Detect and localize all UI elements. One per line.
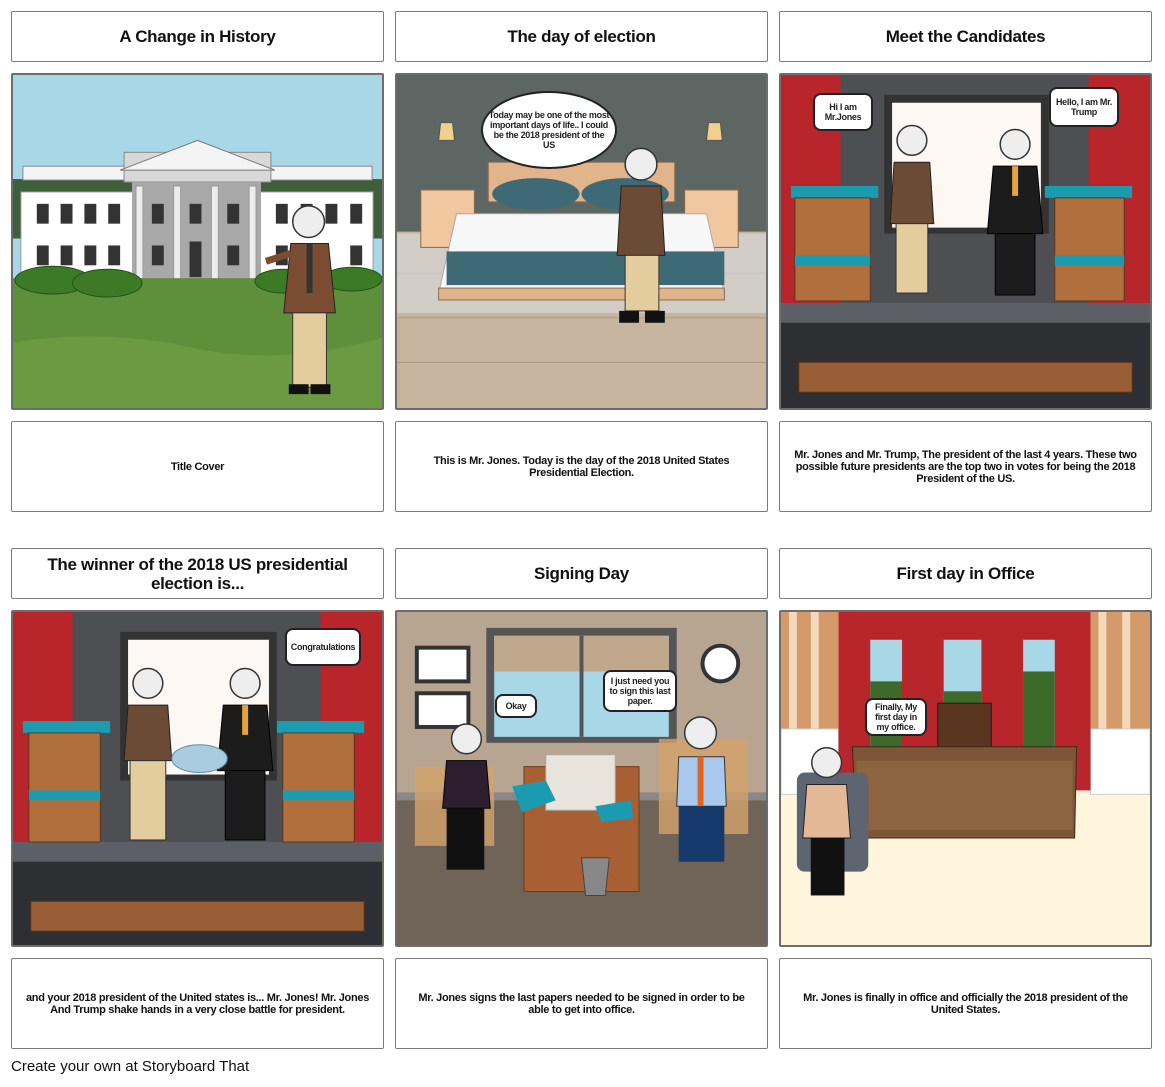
panel-5-title: Signing Day (395, 548, 768, 599)
handshake-icon (171, 744, 228, 774)
podium-left (790, 186, 879, 302)
panel-3-title: Meet the Candidates (779, 11, 1152, 62)
panel-2-caption: This is Mr. Jones. Today is the day of t… (395, 421, 768, 512)
speech-bubble: Finally, My first day in my office. (865, 698, 927, 736)
panel-4-scene: Congratulations (11, 610, 384, 947)
panel-6-scene: Finally, My first day in my office. (779, 610, 1152, 947)
speech-bubble-staffer: I just need you to sign this last paper. (603, 670, 677, 712)
speech-bubble: Congratulations (285, 628, 361, 666)
panel-3-caption: Mr. Jones and Mr. Trump, The president o… (779, 421, 1152, 512)
speech-bubble-jones: Okay (495, 694, 537, 718)
speech-bubble-trump: Hello, I am Mr. Trump (1049, 87, 1119, 127)
storyboard-that-link[interactable]: Create your own at Storyboard That (11, 1058, 249, 1075)
speech-bubble: Today may be one of the most important d… (481, 91, 617, 169)
speech-bubble-jones: Hi I am Mr.Jones (813, 93, 873, 131)
panel-6-title: First day in Office (779, 548, 1152, 599)
podium-left (22, 721, 111, 843)
panel-4-title: The winner of the 2018 US presidential e… (11, 548, 384, 599)
clock-icon (700, 643, 741, 684)
panel-5-scene: Okay I just need you to sign this last p… (395, 610, 768, 947)
panel-1-caption: Title Cover (11, 421, 384, 512)
panel-1-scene (11, 73, 384, 410)
podium-right (276, 721, 365, 843)
panel-3-scene: Hi I am Mr.Jones Hello, I am Mr. Trump (779, 73, 1152, 410)
panel-5-caption: Mr. Jones signs the last papers needed t… (395, 958, 768, 1049)
office-illustration (397, 612, 766, 945)
panel-2-title: The day of election (395, 11, 768, 62)
podium-right (1044, 186, 1133, 302)
white-house-illustration (13, 75, 382, 408)
panel-2-scene: Today may be one of the most important d… (395, 73, 768, 410)
panel-4-caption: and your 2018 president of the United st… (11, 958, 384, 1049)
oval-office-illustration (781, 612, 1150, 945)
panel-6-caption: Mr. Jones is finally in office and offic… (779, 958, 1152, 1049)
panel-1-title: A Change in History (11, 11, 384, 62)
